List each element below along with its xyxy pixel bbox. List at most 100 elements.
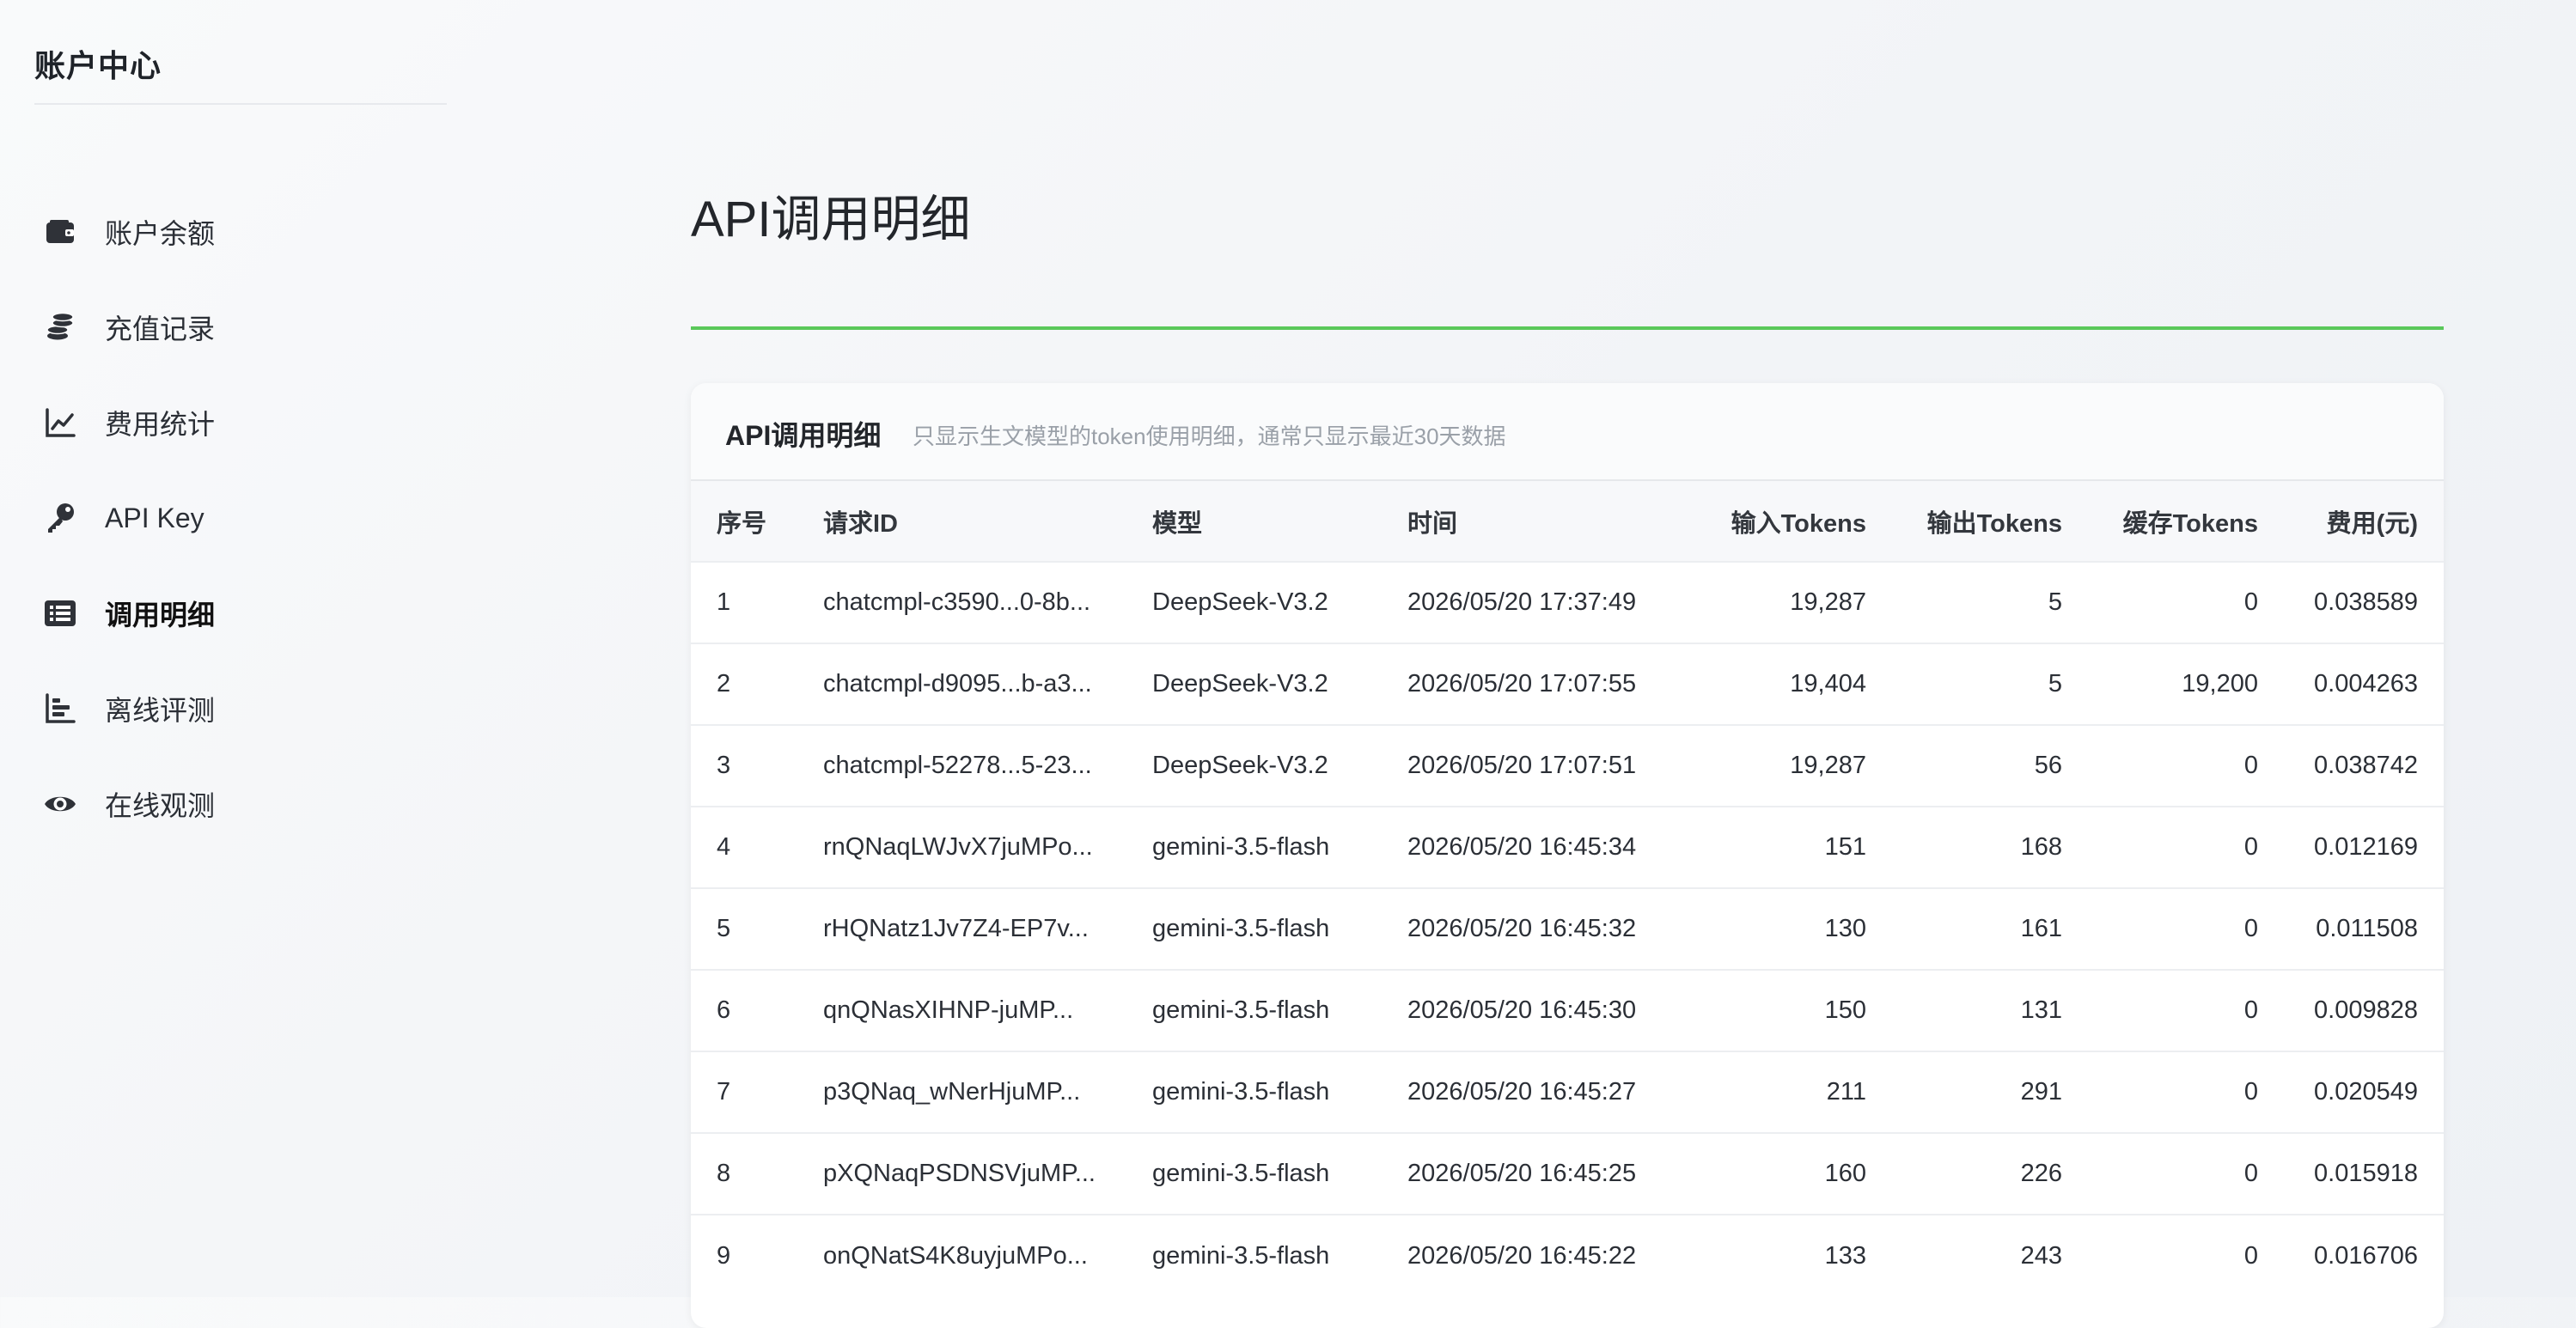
table-row: 3 chatcmpl-52278...5-23... DeepSeek-V3.2 20…: [691, 725, 2444, 807]
output-tokens-cell: 226: [2020, 1160, 2062, 1187]
sidebar-item-online-monitor[interactable]: 在线观测: [0, 761, 447, 847]
card-title: API调用明细: [725, 420, 882, 451]
request-id-cell: p3QNaq_wNerHjuMP...: [823, 1078, 1081, 1106]
cost-cell: 0.038742: [2314, 752, 2418, 779]
output-tokens-cell: 243: [2020, 1241, 2062, 1270]
row-index-cell: 2: [717, 670, 731, 698]
input-tokens-cell: 19,404: [1790, 670, 1866, 698]
page-title: API调用明细: [691, 192, 971, 247]
row-index-cell: 1: [717, 588, 731, 616]
table-row: 6 qnQNasXIHNP-juMP... gemini-3.5-flash 2026…: [691, 970, 2444, 1051]
details-table: 序号 请求ID 模型 时间 输入Tokens 输出Tokens 缓存Tokens…: [691, 481, 2444, 1296]
input-tokens-cell: 160: [1824, 1160, 1866, 1187]
cost-cell: 0.016706: [2314, 1241, 2418, 1270]
table-body: 1 chatcmpl-c3590...0-8b... DeepSeek-V3.2 20…: [691, 562, 2444, 1296]
sidebar-item-label: 调用明细: [105, 600, 216, 630]
sidebar-item-label: 费用统计: [105, 409, 216, 440]
timestamp-cell: 2026/05/20 16:45:30: [1407, 996, 1637, 1024]
input-tokens-cell: 19,287: [1790, 752, 1866, 779]
model-name-cell: gemini-3.5-flash: [1152, 1160, 1330, 1187]
output-tokens-cell: 5: [2048, 588, 2062, 616]
row-index-cell: 3: [717, 752, 731, 779]
table-row: 9 onQNatS4K8uyjuMPo... gemini-3.5-flash 202…: [691, 1215, 2444, 1296]
details-card: API调用明细 只显示生文模型的token使用明细，通常只显示最近30天数据 序…: [691, 383, 2444, 1328]
cost-cell: 0.004263: [2314, 670, 2418, 698]
cache-tokens-cell: 0: [2243, 752, 2258, 779]
table-header-row: 序号 请求ID 模型 时间 输入Tokens 输出Tokens 缓存Tokens…: [691, 481, 2444, 562]
table-row: 7 p3QNaq_wNerHjuMP... gemini-3.5-flash 2026…: [691, 1051, 2444, 1133]
model-name-cell: gemini-3.5-flash: [1152, 915, 1330, 942]
timestamp-cell: 2026/05/20 16:45:27: [1407, 1078, 1637, 1106]
column-header: 模型: [1152, 509, 1203, 538]
input-tokens-cell: 19,287: [1790, 588, 1866, 616]
input-tokens-cell: 211: [1826, 1078, 1866, 1106]
timestamp-cell: 2026/05/20 16:45:22: [1407, 1241, 1637, 1270]
sidebar-item-cost-stats[interactable]: 费用统计: [0, 380, 447, 466]
input-tokens-cell: 150: [1824, 996, 1866, 1024]
output-tokens-cell: 131: [2020, 996, 2062, 1024]
cache-tokens-cell: 0: [2243, 1241, 2258, 1270]
row-index-cell: 4: [717, 833, 731, 861]
sidebar-item-recharge[interactable]: 充值记录: [0, 284, 447, 370]
sidebar-item-balance[interactable]: 账户余额: [0, 189, 447, 275]
column-header: 费用(元): [2326, 509, 2418, 538]
timestamp-cell: 2026/05/20 16:45:34: [1407, 833, 1637, 861]
column-header: 请求ID: [823, 509, 899, 538]
eye-icon: [41, 785, 79, 823]
model-name-cell: gemini-3.5-flash: [1152, 1241, 1330, 1270]
cache-tokens-cell: 0: [2243, 588, 2258, 616]
list-icon: [41, 594, 79, 632]
cache-tokens-cell: 0: [2243, 996, 2258, 1024]
table-row: 4 rnQNaqLWJvX7juMPo... gemini-3.5-flash 202…: [691, 807, 2444, 888]
coins-icon: [41, 308, 79, 346]
request-id-cell: qnQNasXIHNP-juMP...: [823, 996, 1074, 1024]
wallet-icon: [41, 213, 79, 251]
bar-chart-icon: [41, 690, 79, 728]
column-header: 输入Tokens: [1731, 509, 1866, 538]
input-tokens-cell: 151: [1824, 833, 1866, 861]
sidebar-item-offline-eval[interactable]: 离线评测: [0, 666, 447, 752]
cost-cell: 0.012169: [2314, 833, 2418, 861]
request-id-cell: chatcmpl-c3590...0-8b...: [823, 588, 1091, 616]
sidebar-item-call-details[interactable]: 调用明细: [0, 570, 447, 656]
output-tokens-cell: 56: [2034, 752, 2062, 779]
timestamp-cell: 2026/05/20 17:07:51: [1407, 752, 1637, 779]
input-tokens-cell: 133: [1824, 1241, 1866, 1270]
sidebar-item-label: 离线评测: [105, 695, 216, 726]
request-id-cell: chatcmpl-52278...5-23...: [823, 752, 1092, 779]
timestamp-cell: 2026/05/20 16:45:32: [1407, 915, 1637, 942]
line-chart-icon: [41, 404, 79, 442]
cache-tokens-cell: 0: [2243, 833, 2258, 861]
row-index-cell: 6: [717, 996, 731, 1024]
column-header: 序号: [717, 509, 767, 538]
cache-tokens-cell: 0: [2243, 1160, 2258, 1187]
brand-title: 账户中心: [34, 48, 162, 83]
sidebar: 账户中心 账户余额 充值记录 费用统计 API Key 调用明细 离线评测 在线…: [0, 0, 447, 1297]
cost-cell: 0.011508: [2316, 915, 2418, 942]
request-id-cell: rnQNaqLWJvX7juMPo...: [823, 833, 1093, 861]
request-id-cell: chatcmpl-d9095...b-a3...: [823, 670, 1092, 698]
model-name-cell: DeepSeek-V3.2: [1152, 670, 1328, 698]
card-subtitle: 只显示生文模型的token使用明细，通常只显示最近30天数据: [913, 423, 1506, 449]
sidebar-item-api-key[interactable]: API Key: [0, 475, 447, 561]
cost-cell: 0.009828: [2314, 996, 2418, 1024]
cache-tokens-cell: 0: [2243, 1078, 2258, 1106]
model-name-cell: DeepSeek-V3.2: [1152, 588, 1328, 616]
output-tokens-cell: 5: [2048, 670, 2062, 698]
row-index-cell: 8: [717, 1160, 731, 1187]
table-row: 5 rHQNatz1Jv7Z4-EP7v... gemini-3.5-flash 20…: [691, 888, 2444, 970]
table-row: 1 chatcmpl-c3590...0-8b... DeepSeek-V3.2 20…: [691, 562, 2444, 643]
table-row: 2 chatcmpl-d9095...b-a3... DeepSeek-V3.2 20…: [691, 643, 2444, 725]
cache-tokens-cell: 19,200: [2182, 670, 2258, 698]
row-index-cell: 5: [717, 915, 731, 942]
cost-cell: 0.020549: [2314, 1078, 2418, 1106]
model-name-cell: gemini-3.5-flash: [1152, 833, 1330, 861]
brand-divider: [34, 103, 447, 105]
sidebar-item-label: API Key: [105, 502, 204, 533]
cost-cell: 0.038589: [2314, 588, 2418, 616]
cost-cell: 0.015918: [2314, 1160, 2418, 1187]
cache-tokens-cell: 0: [2243, 915, 2258, 942]
request-id-cell: rHQNatz1Jv7Z4-EP7v...: [823, 915, 1089, 942]
model-name-cell: DeepSeek-V3.2: [1152, 752, 1328, 779]
column-header: 缓存Tokens: [2122, 509, 2258, 538]
